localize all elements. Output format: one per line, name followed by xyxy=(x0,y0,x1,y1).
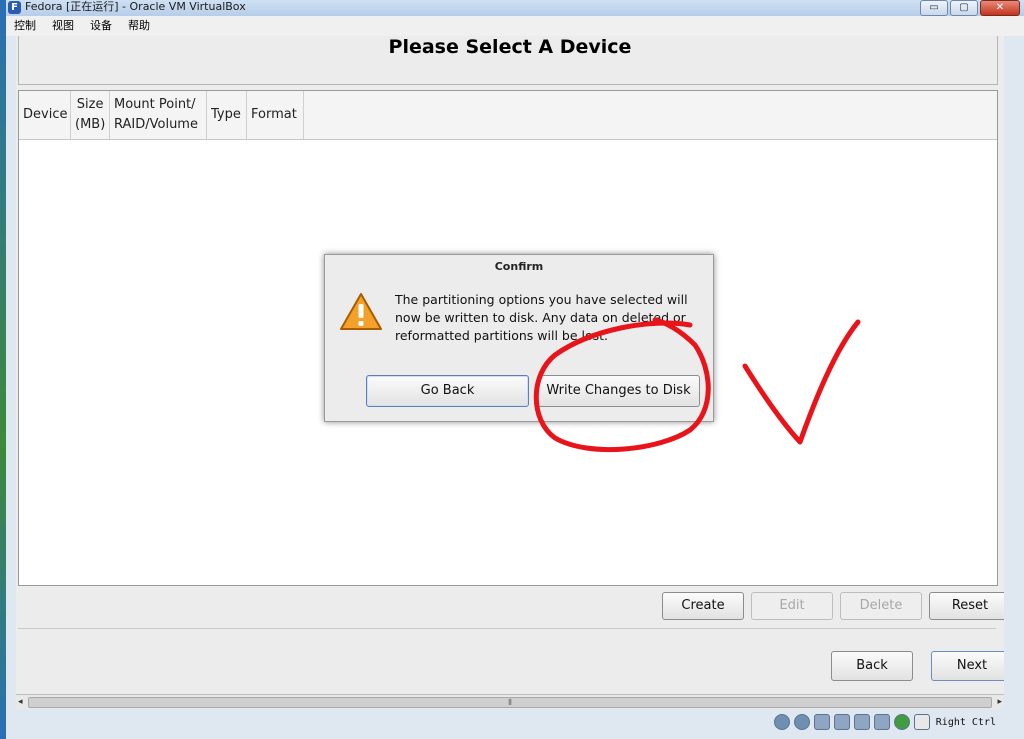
window-title: Fedora [正在运行] - Oracle VM VirtualBox xyxy=(25,0,246,13)
virtualization-icon[interactable] xyxy=(893,714,910,730)
maximize-button[interactable]: ▢ xyxy=(950,0,978,16)
title-bar: F Fedora [正在运行] - Oracle VM VirtualBox ▭… xyxy=(6,0,1024,16)
menu-view[interactable]: 视图 xyxy=(44,16,82,36)
status-bar: Right Ctrl xyxy=(6,710,1024,739)
column-size[interactable]: Size (MB) xyxy=(71,91,110,139)
go-back-button[interactable]: Go Back xyxy=(366,375,529,407)
menu-control[interactable]: 控制 xyxy=(6,16,44,36)
dialog-title: Confirm xyxy=(494,260,544,273)
column-mount-point[interactable]: Mount Point/ RAID/Volume xyxy=(110,91,207,139)
hard-disk-icon[interactable] xyxy=(773,714,790,730)
column-device[interactable]: Device xyxy=(19,91,71,139)
edit-button[interactable]: Edit xyxy=(751,592,833,620)
host-key-label: Right Ctrl xyxy=(935,716,996,728)
delete-button[interactable]: Delete xyxy=(840,592,922,620)
mouse-capture-icon[interactable] xyxy=(913,714,930,730)
guest-screen: Please Select A Device Device Size (MB) … xyxy=(16,36,1004,708)
column-format[interactable]: Format xyxy=(247,91,304,139)
virtualbox-window: F Fedora [正在运行] - Oracle VM VirtualBox ▭… xyxy=(6,0,1024,739)
shared-folders-icon[interactable] xyxy=(853,714,870,730)
menu-help[interactable]: 帮助 xyxy=(120,16,158,36)
page-title: Please Select A Device xyxy=(388,36,632,58)
divider xyxy=(18,628,996,629)
optical-drive-icon[interactable] xyxy=(793,714,810,730)
display-icon[interactable] xyxy=(873,714,890,730)
column-type[interactable]: Type xyxy=(207,91,247,139)
network-icon[interactable] xyxy=(833,714,850,730)
next-button[interactable]: Next xyxy=(931,651,1004,681)
reset-button[interactable]: Reset xyxy=(929,592,1004,620)
scroll-left-arrow[interactable]: ◂ xyxy=(18,695,23,709)
confirm-dialog: Confirm The partitioning options you hav… xyxy=(324,254,714,422)
minimize-button[interactable]: ▭ xyxy=(920,0,948,16)
create-button[interactable]: Create xyxy=(662,592,744,620)
dialog-message: The partitioning options you have select… xyxy=(395,292,688,343)
back-button[interactable]: Back xyxy=(831,651,913,681)
close-button[interactable]: ✕ xyxy=(980,0,1020,16)
usb-icon[interactable] xyxy=(813,714,830,730)
warning-icon xyxy=(340,293,382,330)
menu-bar: 控制 视图 设备 帮助 xyxy=(6,16,1024,36)
table-header: Device Size (MB) Mount Point/ RAID/Volum… xyxy=(19,91,997,140)
horizontal-scrollbar[interactable]: ◂ ⦀ ▸ xyxy=(16,694,1004,709)
write-changes-button[interactable]: Write Changes to Disk xyxy=(537,375,700,407)
menu-devices[interactable]: 设备 xyxy=(82,16,120,36)
scrollbar-thumb[interactable]: ⦀ xyxy=(28,697,992,708)
fedora-icon: F xyxy=(8,1,21,14)
scroll-right-arrow[interactable]: ▸ xyxy=(997,695,1002,709)
